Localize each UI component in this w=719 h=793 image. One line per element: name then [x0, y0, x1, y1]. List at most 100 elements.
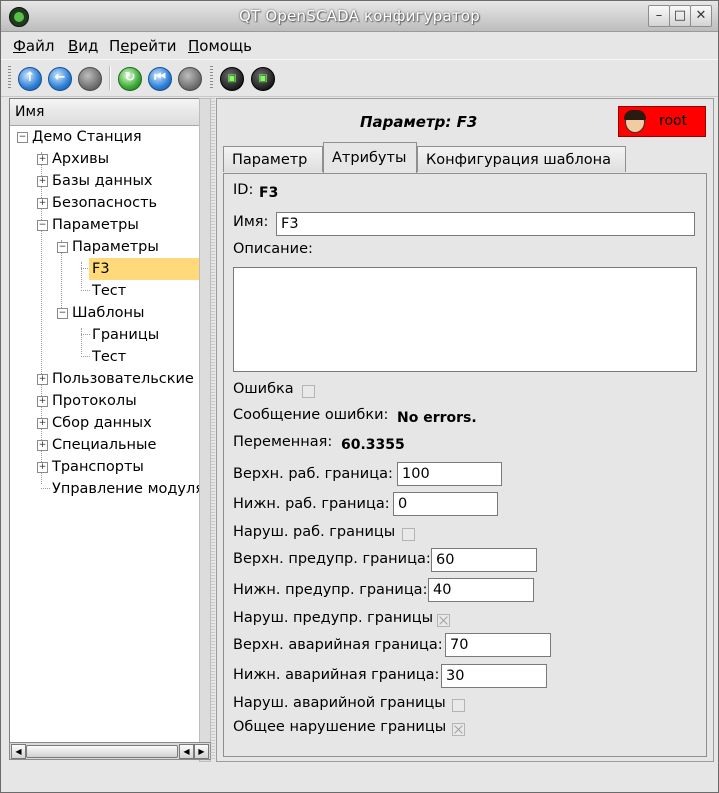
- expand-icon[interactable]: +: [37, 418, 48, 429]
- forward-icon[interactable]: [78, 67, 102, 91]
- tree-node-specials[interactable]: Специальные: [52, 434, 156, 456]
- tree-node-parameters[interactable]: Параметры: [52, 214, 139, 236]
- tree-node-protocols[interactable]: Протоколы: [52, 390, 137, 412]
- variable-label: Переменная:: [233, 434, 333, 450]
- name-field[interactable]: F3: [276, 212, 695, 236]
- tree-node-transports[interactable]: Транспорты: [52, 456, 144, 478]
- collapse-icon[interactable]: −: [57, 242, 68, 253]
- tree-node-limits[interactable]: Границы: [92, 324, 159, 346]
- tree-node-label: Пользовательские и: [52, 371, 208, 387]
- general-limit-violation-checkbox[interactable]: [452, 723, 465, 736]
- collapse-icon[interactable]: −: [17, 132, 28, 143]
- tree-column-header[interactable]: Имя: [10, 99, 208, 126]
- page-title: Параметр: F3: [360, 113, 478, 131]
- tree-node-templates[interactable]: Шаблоны: [72, 302, 144, 324]
- up-icon[interactable]: ↑: [18, 67, 42, 91]
- work-limit-violation-label: Наруш. раб. границы: [233, 524, 396, 540]
- tree-node-f3[interactable]: F3: [89, 258, 204, 280]
- tab-template-config[interactable]: Конфигурация шаблона: [417, 146, 626, 172]
- minimize-button[interactable]: –: [648, 5, 670, 27]
- scroll-left-icon[interactable]: ◀: [11, 744, 26, 759]
- refresh-icon[interactable]: ↻: [118, 67, 142, 91]
- id-label: ID:: [233, 182, 254, 198]
- menu-help[interactable]: Помощь: [188, 37, 252, 55]
- lower-work-limit-field[interactable]: 0: [393, 492, 498, 516]
- menu-go[interactable]: Перейти: [109, 37, 177, 55]
- tree-line: [81, 262, 82, 288]
- tree-line: [81, 290, 90, 291]
- back-icon[interactable]: ←: [48, 67, 72, 91]
- tree-node-label: Границы: [92, 327, 160, 343]
- expand-icon[interactable]: +: [37, 176, 48, 187]
- toolbar-grip[interactable]: [210, 66, 213, 90]
- scroll-thumb[interactable]: [26, 745, 178, 758]
- maximize-button[interactable]: □: [669, 5, 691, 27]
- upper-alarm-limit-field[interactable]: 70: [445, 633, 551, 657]
- error-checkbox[interactable]: [302, 385, 315, 398]
- upper-work-limit-field[interactable]: 100: [397, 462, 502, 486]
- navigation-tree[interactable]: Имя Демо Станция − Архивы + Базы данных …: [9, 98, 209, 760]
- description-textarea[interactable]: [233, 267, 697, 372]
- upper-warning-limit-label: Верхн. предупр. граница:: [233, 551, 431, 567]
- tree-line: [41, 488, 50, 489]
- tree-node-security[interactable]: Безопасность: [52, 192, 157, 214]
- tree-node-label: Параметры: [52, 217, 139, 233]
- stop-icon[interactable]: [178, 67, 202, 91]
- module-icon[interactable]: ▣: [251, 67, 275, 91]
- tree-node-databases[interactable]: Базы данных: [52, 170, 153, 192]
- tree-node-label: Протоколы: [52, 393, 137, 409]
- tree-node-parameters-sub[interactable]: Параметры: [72, 236, 159, 258]
- upper-work-limit-label: Верхн. раб. граница:: [233, 466, 393, 482]
- collapse-icon[interactable]: −: [57, 308, 68, 319]
- tree-node-label: Транспорты: [52, 459, 144, 475]
- lower-warning-limit-field[interactable]: 40: [428, 578, 534, 602]
- upper-warning-limit-field[interactable]: 60: [431, 548, 537, 572]
- tree-header-label: Имя: [15, 104, 45, 120]
- scroll-right-icon[interactable]: ▶: [194, 744, 209, 759]
- tree-node-test[interactable]: Тест: [92, 280, 126, 302]
- tree-horizontal-scrollbar[interactable]: ◀ ◀ ▶: [9, 742, 211, 760]
- toolbar-grip[interactable]: [8, 66, 11, 90]
- parameter-panel: Параметр: F3 root Параметр Атрибуты Конф…: [216, 98, 714, 762]
- lower-alarm-limit-field[interactable]: 30: [441, 664, 547, 688]
- menu-view[interactable]: Вид: [68, 37, 98, 55]
- tree-node-demo-station[interactable]: Демо Станция: [32, 126, 142, 148]
- user-name: root: [659, 113, 688, 129]
- close-button[interactable]: ✕: [690, 5, 712, 27]
- tab-attributes[interactable]: Атрибуты: [323, 142, 417, 173]
- collapse-icon[interactable]: −: [37, 220, 48, 231]
- toolbar-separator: [109, 66, 111, 90]
- title-bar[interactable]: QT OpenSCADA конфигуратор – □ ✕: [1, 1, 718, 32]
- tab-parameter[interactable]: Параметр: [223, 146, 323, 172]
- tree-node-label: F3: [89, 258, 204, 280]
- name-label: Имя:: [233, 214, 269, 230]
- expand-icon[interactable]: +: [37, 154, 48, 165]
- tree-node-data-acquisition[interactable]: Сбор данных: [52, 412, 152, 434]
- menu-file[interactable]: Файл: [13, 37, 54, 55]
- expand-icon[interactable]: +: [37, 462, 48, 473]
- panel-splitter[interactable]: [210, 98, 215, 760]
- work-limit-violation-checkbox[interactable]: [402, 528, 415, 541]
- expand-icon[interactable]: +: [37, 396, 48, 407]
- user-avatar-icon: [624, 110, 646, 133]
- expand-icon[interactable]: +: [37, 440, 48, 451]
- start-icon[interactable]: ⏮: [148, 67, 172, 91]
- description-label: Описание:: [233, 241, 313, 257]
- tree-node-label: Базы данных: [52, 173, 153, 189]
- tree-node-user-interfaces[interactable]: Пользовательские и: [52, 368, 208, 390]
- user-button[interactable]: root: [618, 106, 706, 137]
- expand-icon[interactable]: +: [37, 374, 48, 385]
- scroll-left-icon[interactable]: ◀: [179, 744, 194, 759]
- tree-node-test[interactable]: Тест: [92, 346, 126, 368]
- tree-node-archives[interactable]: Архивы: [52, 148, 109, 170]
- tree-node-label: Шаблоны: [72, 305, 145, 321]
- id-value: F3: [259, 185, 279, 201]
- tree-node-label: Демо Станция: [32, 129, 142, 145]
- alarm-limit-violation-checkbox[interactable]: [452, 699, 465, 712]
- tree-line: [81, 328, 82, 354]
- warning-limit-violation-checkbox[interactable]: [437, 614, 450, 627]
- module-icon[interactable]: ▣: [220, 67, 244, 91]
- tree-node-module-management[interactable]: Управление модуля: [52, 478, 204, 500]
- expand-icon[interactable]: +: [37, 198, 48, 209]
- variable-value: 60.3355: [341, 437, 405, 453]
